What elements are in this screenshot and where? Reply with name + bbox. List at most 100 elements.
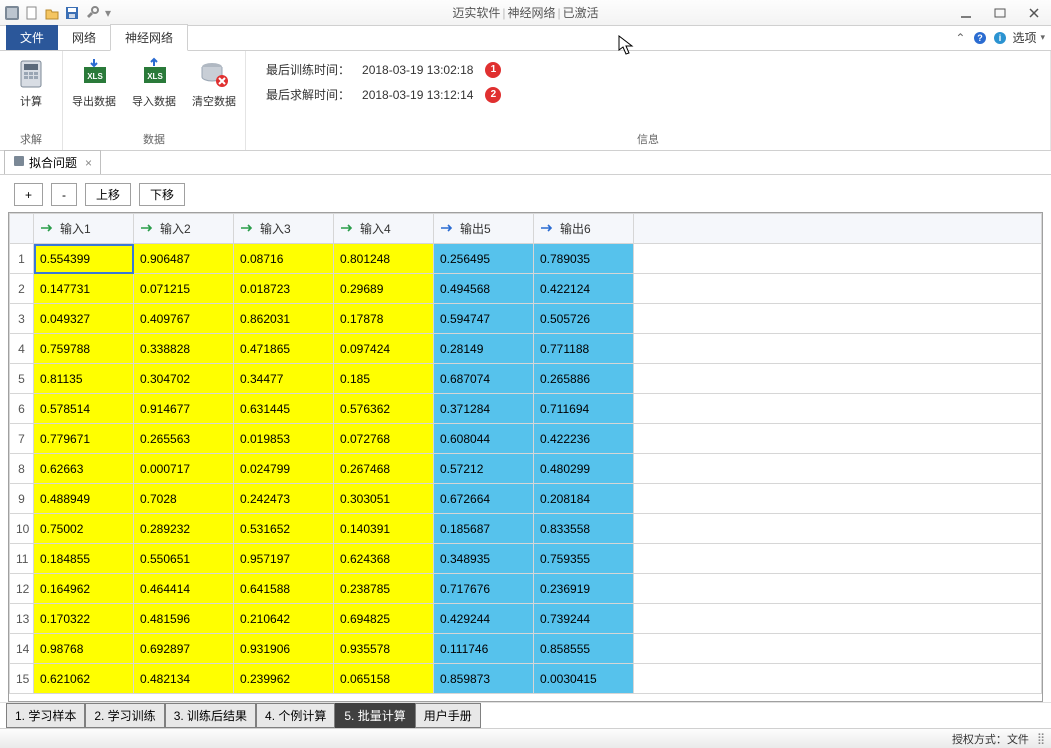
bottom-tab-3[interactable]: 4. 个例计算	[256, 703, 335, 728]
options-link[interactable]: 选项	[1012, 29, 1036, 46]
cell[interactable]: 0.488949	[34, 484, 134, 514]
cell[interactable]: 0.184855	[34, 544, 134, 574]
cell[interactable]: 0.348935	[434, 544, 534, 574]
bottom-tab-0[interactable]: 1. 学习样本	[6, 703, 85, 728]
bottom-tab-5[interactable]: 用户手册	[415, 703, 481, 728]
cell[interactable]: 0.29689	[334, 274, 434, 304]
doc-tab-fit-problem[interactable]: 拟合问题 ×	[4, 150, 101, 174]
cell[interactable]: 0.256495	[434, 244, 534, 274]
cell[interactable]: 0.28149	[434, 334, 534, 364]
cell[interactable]: 0.801248	[334, 244, 434, 274]
cell[interactable]: 0.57212	[434, 454, 534, 484]
cell[interactable]: 0.631445	[234, 394, 334, 424]
cell[interactable]: 0.62663	[34, 454, 134, 484]
cell[interactable]: 0.08716	[234, 244, 334, 274]
export-button[interactable]: XLS 导出数据	[69, 55, 119, 109]
cell[interactable]: 0.931906	[234, 634, 334, 664]
cell[interactable]: 0.265886	[534, 364, 634, 394]
col-header-3[interactable]: 输入3	[234, 214, 334, 244]
cell[interactable]: 0.481596	[134, 604, 234, 634]
row-number[interactable]: 11	[10, 544, 34, 574]
row-number[interactable]: 2	[10, 274, 34, 304]
cell[interactable]: 0.422124	[534, 274, 634, 304]
save-icon[interactable]	[64, 5, 80, 21]
cell[interactable]: 0.858555	[534, 634, 634, 664]
row-number[interactable]: 4	[10, 334, 34, 364]
col-header-1[interactable]: 输入1	[34, 214, 134, 244]
close-button[interactable]	[1021, 4, 1047, 22]
new-icon[interactable]	[24, 5, 40, 21]
cell[interactable]: 0.000717	[134, 454, 234, 484]
minimize-button[interactable]	[953, 4, 979, 22]
cell[interactable]: 0.789035	[534, 244, 634, 274]
tab-network[interactable]: 网络	[58, 25, 110, 50]
cell[interactable]: 0.624368	[334, 544, 434, 574]
cell[interactable]: 0.208184	[534, 484, 634, 514]
cell[interactable]: 0.550651	[134, 544, 234, 574]
data-grid-container[interactable]: 输入1输入2输入3输入4输出5输出6 10.5543990.9064870.08…	[8, 212, 1043, 702]
import-button[interactable]: XLS 导入数据	[129, 55, 179, 109]
resize-grip-icon[interactable]: ⣿	[1037, 732, 1043, 745]
cell[interactable]: 0.759788	[34, 334, 134, 364]
data-grid[interactable]: 输入1输入2输入3输入4输出5输出6 10.5543990.9064870.08…	[9, 213, 1042, 694]
cell[interactable]: 0.482134	[134, 664, 234, 694]
add-row-button[interactable]: +	[14, 183, 43, 206]
cell[interactable]: 0.111746	[434, 634, 534, 664]
cell[interactable]: 0.717676	[434, 574, 534, 604]
cell[interactable]: 0.75002	[34, 514, 134, 544]
cell[interactable]: 0.759355	[534, 544, 634, 574]
cell[interactable]: 0.914677	[134, 394, 234, 424]
row-number[interactable]: 7	[10, 424, 34, 454]
cell[interactable]: 0.289232	[134, 514, 234, 544]
row-number[interactable]: 8	[10, 454, 34, 484]
cell[interactable]: 0.7028	[134, 484, 234, 514]
row-number[interactable]: 14	[10, 634, 34, 664]
tab-file[interactable]: 文件	[6, 25, 58, 50]
cell[interactable]: 0.576362	[334, 394, 434, 424]
help-icon[interactable]: ?	[972, 30, 988, 46]
cell[interactable]: 0.594747	[434, 304, 534, 334]
cell[interactable]: 0.98768	[34, 634, 134, 664]
row-number[interactable]: 5	[10, 364, 34, 394]
row-number[interactable]: 6	[10, 394, 34, 424]
cell[interactable]: 0.239962	[234, 664, 334, 694]
cell[interactable]: 0.185687	[434, 514, 534, 544]
cell[interactable]: 0.771188	[534, 334, 634, 364]
cell[interactable]: 0.210642	[234, 604, 334, 634]
collapse-ribbon-icon[interactable]: ⌃	[952, 30, 968, 46]
cell[interactable]: 0.242473	[234, 484, 334, 514]
cell[interactable]: 0.833558	[534, 514, 634, 544]
cell[interactable]: 0.957197	[234, 544, 334, 574]
cell[interactable]: 0.554399	[34, 244, 134, 274]
cell[interactable]: 0.779671	[34, 424, 134, 454]
cell[interactable]: 0.505726	[534, 304, 634, 334]
cell[interactable]: 0.065158	[334, 664, 434, 694]
col-header-2[interactable]: 输入2	[134, 214, 234, 244]
cell[interactable]: 0.480299	[534, 454, 634, 484]
cell[interactable]: 0.906487	[134, 244, 234, 274]
cell[interactable]: 0.0030415	[534, 664, 634, 694]
cell[interactable]: 0.071215	[134, 274, 234, 304]
cell[interactable]: 0.018723	[234, 274, 334, 304]
cell[interactable]: 0.672664	[434, 484, 534, 514]
move-down-button[interactable]: 下移	[139, 183, 185, 206]
cell[interactable]: 0.024799	[234, 454, 334, 484]
cell[interactable]: 0.17878	[334, 304, 434, 334]
cell[interactable]: 0.338828	[134, 334, 234, 364]
bottom-tab-2[interactable]: 3. 训练后结果	[165, 703, 256, 728]
cell[interactable]: 0.494568	[434, 274, 534, 304]
cell[interactable]: 0.531652	[234, 514, 334, 544]
cell[interactable]: 0.694825	[334, 604, 434, 634]
cell[interactable]: 0.140391	[334, 514, 434, 544]
cell[interactable]: 0.147731	[34, 274, 134, 304]
cell[interactable]: 0.621062	[34, 664, 134, 694]
cell[interactable]: 0.608044	[434, 424, 534, 454]
cell[interactable]: 0.409767	[134, 304, 234, 334]
calc-button[interactable]: 计算	[6, 55, 56, 109]
info-icon[interactable]: i	[992, 30, 1008, 46]
cell[interactable]: 0.464414	[134, 574, 234, 604]
cell[interactable]: 0.935578	[334, 634, 434, 664]
cell[interactable]: 0.170322	[34, 604, 134, 634]
cell[interactable]: 0.049327	[34, 304, 134, 334]
tab-neural-network[interactable]: 神经网络	[110, 24, 188, 51]
